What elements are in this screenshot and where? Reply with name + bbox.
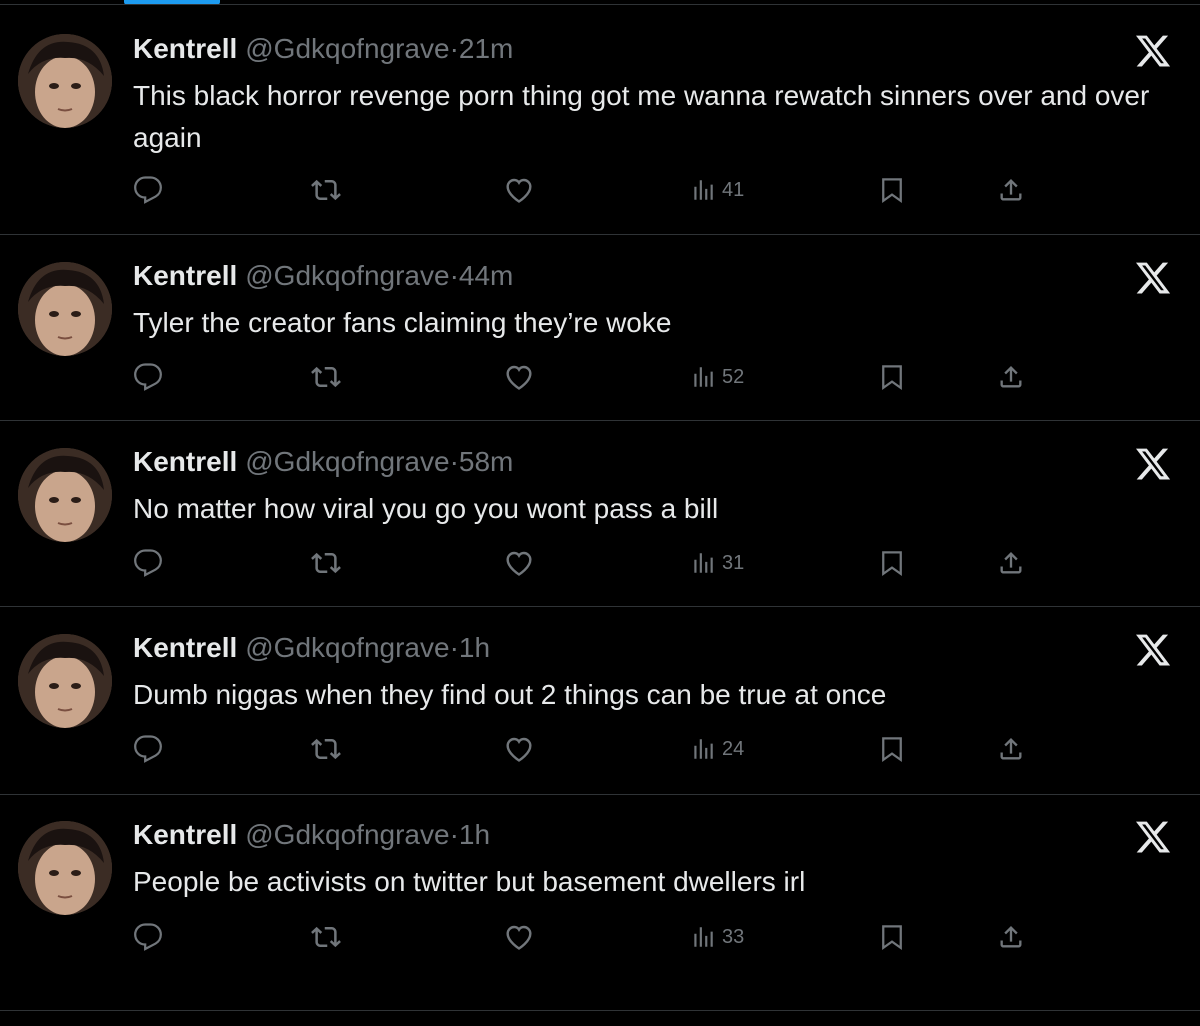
retweet-icon[interactable]: [311, 546, 341, 580]
heart-icon[interactable]: [503, 546, 535, 580]
tweet-timestamp[interactable]: 58m: [459, 446, 513, 477]
bookmark-icon[interactable]: [877, 546, 907, 580]
display-name[interactable]: Kentrell: [133, 446, 237, 477]
bookmark-icon[interactable]: [877, 173, 907, 207]
user-handle[interactable]: @Gdkqofngrave: [245, 446, 449, 477]
reply-icon[interactable]: [133, 546, 163, 580]
views-button[interactable]: 31: [690, 546, 744, 580]
tweet-header: Kentrell @Gdkqofngrave·21m: [133, 32, 513, 66]
heart-icon[interactable]: [503, 732, 535, 766]
tweet-text: People be activists on twitter but basem…: [133, 866, 806, 897]
tweet-text: Dumb niggas when they find out 2 things …: [133, 679, 887, 710]
tweet-actions: 31: [133, 546, 1033, 580]
user-handle[interactable]: @Gdkqofngrave: [245, 632, 449, 663]
separator-dot: ·: [449, 819, 459, 850]
display-name[interactable]: Kentrell: [133, 819, 237, 850]
tweet-text: No matter how viral you go you wont pass…: [133, 493, 719, 524]
tweet-header: Kentrell @Gdkqofngrave·1h: [133, 818, 490, 852]
views-count: 33: [722, 925, 745, 948]
avatar[interactable]: [18, 634, 112, 728]
separator-dot: ·: [449, 260, 459, 291]
tweet-header: Kentrell @Gdkqofngrave·58m: [133, 445, 513, 479]
views-button[interactable]: 33: [690, 920, 744, 954]
tweet-text: This black horror revenge porn thing got…: [133, 80, 1150, 153]
tweet-3[interactable]: Kentrell @Gdkqofngrave·58m No matter how …: [0, 420, 1200, 607]
tweet-timestamp[interactable]: 44m: [459, 260, 513, 291]
feed-bottom-divider: [0, 1010, 1200, 1011]
views-button[interactable]: 52: [690, 360, 744, 394]
tweet-actions: 52: [133, 360, 1033, 394]
views-count: 52: [722, 365, 745, 388]
bookmark-icon[interactable]: [877, 732, 907, 766]
reply-icon[interactable]: [133, 360, 163, 394]
tweet-1[interactable]: Kentrell @Gdkqofngrave·21m This black hor…: [0, 4, 1200, 235]
share-icon[interactable]: [997, 546, 1025, 580]
tweet-feed: Kentrell @Gdkqofngrave·21m This black hor…: [0, 0, 1200, 1026]
tweet-text: Tyler the creator fans claiming they’re …: [133, 307, 672, 338]
views-icon: [694, 927, 713, 947]
avatar[interactable]: [18, 448, 112, 542]
tweet-5[interactable]: Kentrell @Gdkqofngrave·1h People be activ…: [0, 794, 1200, 1011]
display-name[interactable]: Kentrell: [133, 260, 237, 291]
share-icon[interactable]: [997, 360, 1025, 394]
bookmark-icon[interactable]: [877, 360, 907, 394]
retweet-icon[interactable]: [311, 920, 341, 954]
user-handle[interactable]: @Gdkqofngrave: [245, 819, 449, 850]
user-handle[interactable]: @Gdkqofngrave: [245, 33, 449, 64]
tweet-2[interactable]: Kentrell @Gdkqofngrave·44m Tyler the crea…: [0, 234, 1200, 421]
avatar[interactable]: [18, 821, 112, 915]
views-button[interactable]: 41: [690, 173, 744, 207]
retweet-icon[interactable]: [311, 173, 341, 207]
heart-icon[interactable]: [503, 920, 535, 954]
user-handle[interactable]: @Gdkqofngrave: [245, 260, 449, 291]
tweet-timestamp[interactable]: 21m: [459, 33, 513, 64]
separator-dot: ·: [449, 33, 459, 64]
views-button[interactable]: 24: [690, 732, 744, 766]
share-icon[interactable]: [997, 920, 1025, 954]
x-logo-icon[interactable]: [1134, 32, 1172, 70]
views-count: 41: [722, 178, 745, 201]
separator-dot: ·: [449, 632, 459, 663]
views-count: 24: [722, 737, 745, 760]
tweet-4[interactable]: Kentrell @Gdkqofngrave·1h Dumb niggas whe…: [0, 606, 1200, 793]
views-icon: [694, 739, 713, 759]
x-logo-icon[interactable]: [1134, 259, 1172, 297]
share-icon[interactable]: [997, 732, 1025, 766]
separator-dot: ·: [449, 446, 459, 477]
tweet-header: Kentrell @Gdkqofngrave·1h: [133, 631, 490, 665]
tweet-actions: 33: [133, 920, 1033, 954]
reply-icon[interactable]: [133, 732, 163, 766]
reply-icon[interactable]: [133, 920, 163, 954]
views-icon: [694, 367, 713, 387]
tweet-header: Kentrell @Gdkqofngrave·44m: [133, 259, 513, 293]
tweet-timestamp[interactable]: 1h: [459, 819, 490, 850]
x-logo-icon[interactable]: [1134, 445, 1172, 483]
avatar[interactable]: [18, 34, 112, 128]
display-name[interactable]: Kentrell: [133, 632, 237, 663]
views-icon: [694, 180, 713, 200]
tweet-actions: 41: [133, 173, 1033, 207]
share-icon[interactable]: [997, 173, 1025, 207]
x-logo-icon[interactable]: [1134, 818, 1172, 856]
retweet-icon[interactable]: [311, 732, 341, 766]
retweet-icon[interactable]: [311, 360, 341, 394]
reply-icon[interactable]: [133, 173, 163, 207]
views-count: 31: [722, 551, 745, 574]
heart-icon[interactable]: [503, 173, 535, 207]
avatar[interactable]: [18, 262, 112, 356]
tweet-timestamp[interactable]: 1h: [459, 632, 490, 663]
heart-icon[interactable]: [503, 360, 535, 394]
bookmark-icon[interactable]: [877, 920, 907, 954]
tweet-actions: 24: [133, 732, 1033, 766]
views-icon: [694, 553, 713, 573]
x-logo-icon[interactable]: [1134, 631, 1172, 669]
display-name[interactable]: Kentrell: [133, 33, 237, 64]
